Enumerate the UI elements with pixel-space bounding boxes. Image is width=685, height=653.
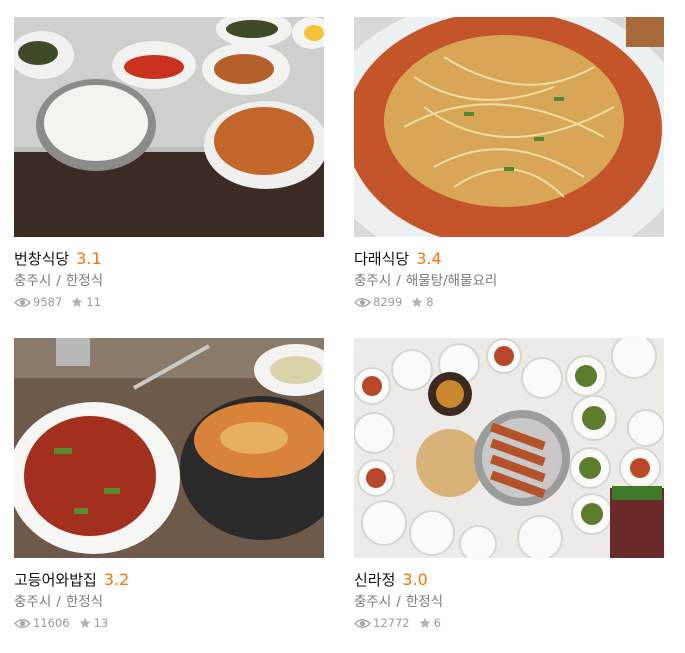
view-count: 12772 (373, 616, 410, 630)
star-icon (411, 296, 423, 308)
restaurant-card[interactable]: 신라정 3.0 충주시 / 한정식 12772 6 (354, 338, 664, 631)
star-icon (79, 617, 91, 629)
meta-separator: / (56, 273, 61, 289)
restaurant-city: 충주시 (14, 273, 52, 289)
restaurant-name[interactable]: 다래식당 (354, 250, 409, 268)
restaurant-photo[interactable] (14, 17, 324, 237)
review-count: 8 (426, 295, 434, 309)
restaurant-city: 충주시 (14, 594, 52, 610)
restaurant-category: 해물탕/해물요리 (405, 273, 498, 289)
restaurant-rating: 3.0 (402, 570, 428, 589)
eye-icon (14, 297, 31, 308)
view-count: 9587 (33, 295, 63, 309)
restaurant-category: 한정식 (405, 594, 444, 610)
eye-icon (14, 618, 31, 629)
review-count: 11 (86, 295, 101, 309)
restaurant-city: 충주시 (354, 273, 392, 289)
restaurant-card[interactable]: 고등어와밥집 3.2 충주시 / 한정식 11606 13 (14, 338, 324, 631)
view-count: 8299 (373, 295, 403, 309)
restaurant-card[interactable]: 다래식당 3.4 충주시 / 해물탕/해물요리 8299 8 (354, 17, 664, 310)
restaurant-photo[interactable] (354, 338, 664, 558)
restaurant-rating: 3.2 (103, 570, 130, 589)
restaurant-city: 충주시 (354, 594, 392, 610)
restaurant-category: 한정식 (65, 273, 104, 289)
view-count: 11606 (33, 616, 70, 630)
restaurant-name[interactable]: 신라정 (354, 571, 395, 589)
restaurant-photo[interactable] (354, 17, 664, 237)
eye-icon (354, 618, 371, 629)
restaurant-rating: 3.4 (416, 249, 442, 268)
meta-separator: / (56, 594, 61, 610)
restaurant-name[interactable]: 번창식당 (14, 250, 69, 268)
restaurant-category: 한정식 (65, 594, 104, 610)
restaurant-rating: 3.1 (76, 249, 102, 268)
review-count: 13 (93, 616, 109, 630)
restaurant-name[interactable]: 고등어와밥집 (14, 571, 97, 589)
meta-separator: / (396, 273, 401, 289)
review-count: 6 (433, 616, 441, 630)
star-icon (419, 617, 431, 629)
restaurant-photo[interactable] (14, 338, 324, 558)
restaurant-card[interactable]: 번창식당 3.1 충주시 / 한정식 9587 11 (14, 17, 324, 310)
star-icon (71, 296, 83, 308)
meta-separator: / (396, 594, 401, 610)
eye-icon (354, 297, 371, 308)
